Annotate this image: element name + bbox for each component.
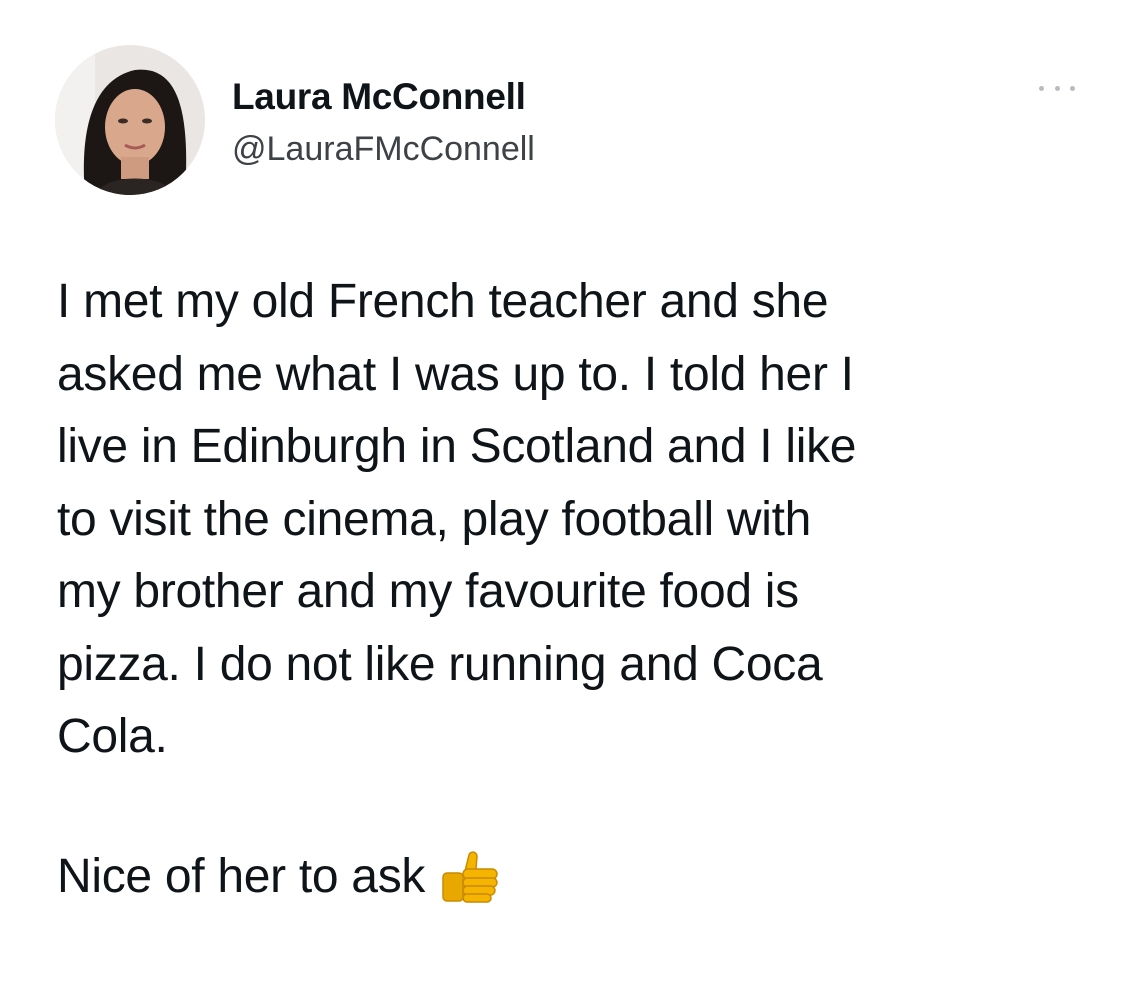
tweet-line: live in Edinburgh in Scotland and I like bbox=[57, 420, 857, 473]
author-name[interactable]: Laura McConnell bbox=[232, 76, 526, 118]
tweet-text: I met my old French teacher and she aske… bbox=[57, 266, 1057, 774]
tweet-card: Laura McConnell @LauraFMcConnell I met m… bbox=[0, 0, 1125, 1004]
dot bbox=[1070, 85, 1075, 91]
author-avatar[interactable] bbox=[55, 45, 205, 195]
tweet-line: my brother and my favourite food is bbox=[57, 565, 799, 618]
tweet-line: Cola. bbox=[57, 710, 168, 763]
author-handle[interactable]: @LauraFMcConnell bbox=[232, 130, 535, 169]
tweet-closing-line: Nice of her to ask bbox=[57, 841, 503, 913]
tweet-line: pizza. I do not like running and Coca bbox=[57, 637, 823, 691]
tweet-line: asked me what I was up to. I told her I bbox=[57, 347, 854, 401]
dot bbox=[1054, 85, 1060, 91]
more-options-icon[interactable] bbox=[1039, 78, 1075, 98]
thumbs-up-icon bbox=[439, 849, 503, 905]
tweet-line: I met my old French teacher and she bbox=[57, 275, 829, 328]
closing-text: Nice of her to ask bbox=[57, 850, 426, 903]
dot bbox=[1039, 85, 1044, 91]
tweet-line: to visit the cinema, play football with bbox=[57, 492, 812, 546]
